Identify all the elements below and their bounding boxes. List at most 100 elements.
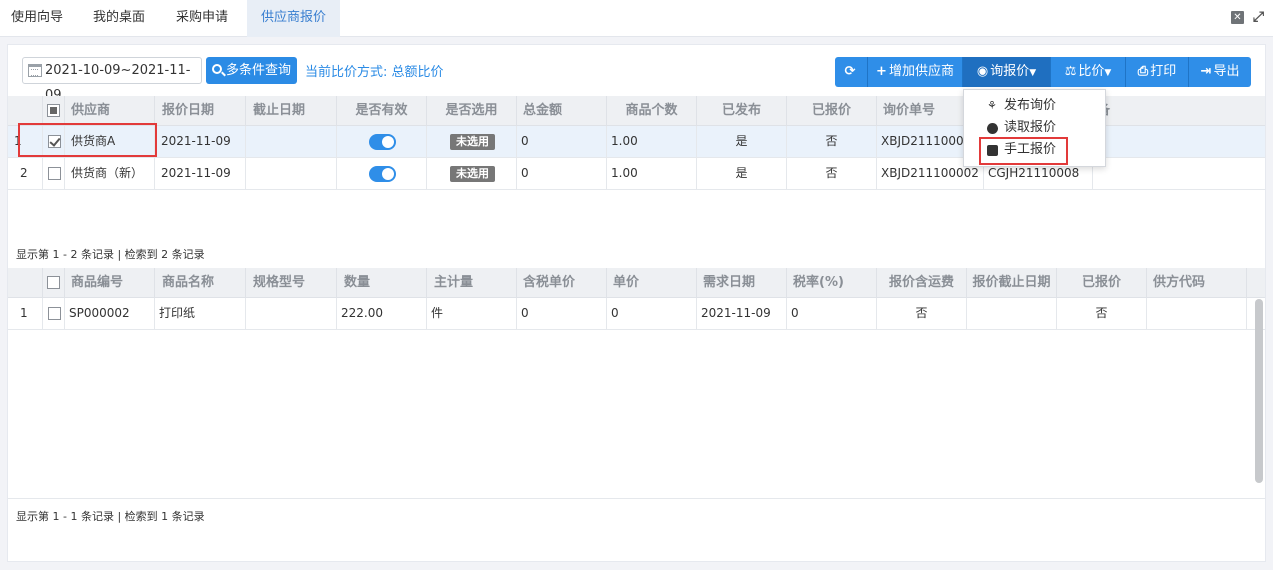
col-price[interactable]: 单价: [607, 268, 697, 298]
read-icon: [987, 123, 998, 134]
col-published[interactable]: 已发布: [697, 96, 787, 126]
product-grid-summary: 显示第 1 - 1 条记录 | 检索到 1 条记录: [16, 510, 205, 523]
refresh-button[interactable]: ⟳: [835, 57, 868, 87]
col-total[interactable]: 总金额: [517, 96, 607, 126]
tab-purchase-request[interactable]: 采购申请: [165, 0, 239, 37]
header-rownum: [8, 96, 43, 126]
status-badge: 未选用: [450, 166, 495, 182]
calendar-icon: [28, 64, 42, 77]
tab-desktop[interactable]: 我的桌面: [82, 0, 156, 37]
col-quoted[interactable]: 已报价: [1057, 268, 1147, 298]
col-product-name[interactable]: 商品名称: [155, 268, 246, 298]
toolbar-button-group: ⟳ + 增加供应商 ◉ 询报价▼ ⚖ 比价▼ ⎙ 打印 ⇥ 导出: [835, 57, 1251, 87]
query-button-label: 多条件查询: [226, 63, 292, 78]
col-count[interactable]: 商品个数: [607, 96, 697, 126]
status-badge: 未选用: [450, 134, 495, 150]
publish-icon: ⚘: [987, 99, 997, 112]
export-button[interactable]: ⇥ 导出: [1189, 57, 1251, 87]
header-rownum: [8, 268, 43, 298]
cell-published: 是: [697, 126, 787, 157]
cell-tax-rate: 0: [787, 298, 877, 329]
row-checkbox[interactable]: [48, 167, 61, 180]
multi-condition-query-button[interactable]: 多条件查询: [206, 57, 297, 84]
col-tax-price[interactable]: 含税单价: [517, 268, 607, 298]
col-deadline[interactable]: 截止日期: [246, 96, 337, 126]
col-valid[interactable]: 是否有效: [337, 96, 427, 126]
cell-unit: 件: [427, 298, 517, 329]
printer-icon: ⎙: [1137, 64, 1149, 79]
cell-quoted: 否: [1057, 298, 1147, 329]
header-select-all: [43, 96, 65, 126]
add-supplier-label: 增加供应商: [888, 64, 954, 79]
col-quoted[interactable]: 已报价: [787, 96, 877, 126]
cell-need-date: 2021-11-09: [697, 298, 787, 329]
col-selected[interactable]: 是否选用: [427, 96, 517, 126]
valid-toggle[interactable]: [369, 166, 396, 182]
tab-supplier-quote[interactable]: 供应商报价: [247, 0, 341, 37]
col-spec[interactable]: 规格型号: [246, 268, 337, 298]
date-range-input[interactable]: 2021-10-09~2021-11-09: [22, 57, 202, 103]
cell-valid: [337, 126, 427, 157]
col-qty[interactable]: 数量: [337, 268, 427, 298]
plus-icon: +: [876, 64, 887, 79]
select-all-checkbox[interactable]: [47, 276, 60, 289]
cell-total: 0: [517, 158, 607, 189]
caret-down-icon: ▼: [1104, 68, 1112, 78]
cell-deadline: [246, 126, 337, 157]
valid-toggle[interactable]: [369, 134, 396, 150]
print-label: 打印: [1150, 64, 1177, 79]
cell-supplier-code: [1147, 298, 1247, 329]
inquiry-dropdown-button[interactable]: ◉ 询报价▼: [963, 57, 1051, 87]
grid-footer-divider: [8, 498, 1265, 499]
refresh-icon: ⟳: [844, 64, 856, 79]
close-box-icon[interactable]: ✕: [1231, 11, 1244, 24]
col-freight[interactable]: 报价含运费: [877, 268, 967, 298]
col-quote-date[interactable]: 报价日期: [155, 96, 246, 126]
menu-item-read-quote[interactable]: 读取报价: [964, 117, 1105, 139]
cell-total: 0: [517, 126, 607, 157]
search-icon: [212, 64, 222, 74]
col-supplier[interactable]: 供应商: [65, 96, 155, 126]
compare-mode-link[interactable]: 当前比价方式: 总额比价: [305, 61, 444, 80]
cell-count: 1.00: [607, 158, 697, 189]
export-label: 导出: [1213, 64, 1240, 79]
product-grid: 商品编号 商品名称 规格型号 数量 主计量 含税单价 单价 需求日期 税率(%)…: [8, 268, 1265, 330]
row-number: 1: [8, 298, 43, 329]
product-grid-header: 商品编号 商品名称 规格型号 数量 主计量 含税单价 单价 需求日期 税率(%)…: [8, 268, 1265, 298]
cell-quoted: 否: [787, 126, 877, 157]
eye-icon: ◉: [976, 64, 989, 79]
tab-guide[interactable]: 使用向导: [0, 0, 74, 37]
inquiry-label: 询报价: [990, 64, 1030, 79]
col-supplier-code[interactable]: 供方代码: [1147, 268, 1247, 298]
header-select-all: [43, 268, 65, 298]
compare-dropdown-button[interactable]: ⚖ 比价▼: [1051, 57, 1126, 87]
cell-price: 0: [607, 298, 697, 329]
col-product-code[interactable]: 商品编号: [65, 268, 155, 298]
col-quote-deadline[interactable]: 报价截止日期: [967, 268, 1057, 298]
cell-deadline: [246, 158, 337, 189]
highlight-box-supplier-a: [18, 123, 157, 157]
table-row[interactable]: 1 SP000002 打印纸 222.00 件 0 0 2021-11-09 0…: [8, 298, 1265, 330]
row-checkbox[interactable]: [48, 307, 61, 320]
col-tax-rate[interactable]: 税率(%): [787, 268, 877, 298]
cell-quote-date: 2021-11-09: [155, 126, 246, 157]
menu-item-publish-inquiry[interactable]: ⚘ 发布询价: [964, 95, 1105, 117]
main-panel: 2021-10-09~2021-11-09 多条件查询 当前比价方式: 总额比价…: [7, 44, 1266, 562]
vertical-scrollbar[interactable]: [1255, 299, 1263, 483]
cell-quote-deadline: [967, 298, 1057, 329]
select-all-checkbox[interactable]: [47, 104, 60, 117]
cell-selected: 未选用: [427, 158, 517, 189]
row-checkbox-cell: [43, 158, 65, 189]
export-icon: ⇥: [1200, 64, 1212, 79]
col-need-date[interactable]: 需求日期: [697, 268, 787, 298]
row-number: 2: [8, 158, 43, 189]
row-checkbox-cell: [43, 298, 65, 329]
compare-label: 比价: [1078, 64, 1105, 79]
cell-quoted: 否: [787, 158, 877, 189]
add-supplier-button[interactable]: + 增加供应商: [868, 57, 963, 87]
tab-bar: 使用向导 我的桌面 采购申请 供应商报价 ✕ ⤢: [0, 0, 1273, 37]
maximize-icon[interactable]: ⤢: [1252, 10, 1265, 24]
cell-qty: 222.00: [337, 298, 427, 329]
col-unit[interactable]: 主计量: [427, 268, 517, 298]
print-button[interactable]: ⎙ 打印: [1126, 57, 1189, 87]
